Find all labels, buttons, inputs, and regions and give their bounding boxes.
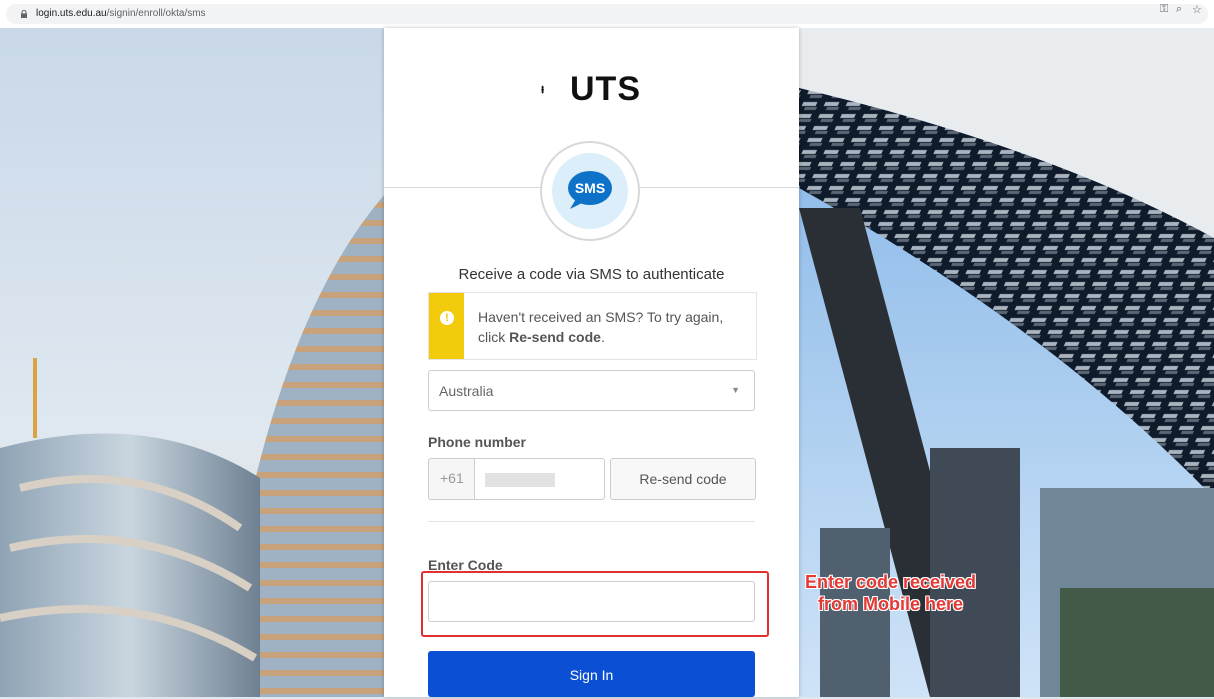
sign-in-button[interactable]: Sign In bbox=[428, 651, 755, 697]
page-title: Receive a code via SMS to authenticate bbox=[458, 266, 725, 283]
chevron-down-icon: ▼ bbox=[731, 385, 740, 395]
warning-callout: ! Haven't received an SMS? To try again,… bbox=[428, 292, 757, 360]
phone-number-label: Phone number bbox=[428, 434, 527, 450]
separator-right bbox=[640, 187, 799, 188]
annotation-highlight-box bbox=[421, 571, 769, 637]
uts-logo: UTS bbox=[570, 70, 641, 108]
sms-bubble-icon: SMS bbox=[568, 171, 612, 209]
address-bar[interactable]: login.uts.edu.au/signin/enroll/okta/sms bbox=[6, 4, 1208, 24]
lock-icon bbox=[21, 10, 27, 18]
redacted-phone bbox=[485, 473, 555, 487]
sms-factor-badge: SMS bbox=[540, 141, 640, 241]
warning-message: Haven't received an SMS? To try again, c… bbox=[478, 309, 724, 345]
annotation-note: Enter code received from Mobile here bbox=[804, 572, 977, 614]
phone-prefix: +61 bbox=[428, 458, 475, 500]
warning-icon: ! bbox=[440, 311, 454, 325]
warning-resend-text: Re-send code bbox=[509, 329, 601, 345]
country-select[interactable]: Australia ▼ bbox=[428, 370, 755, 411]
phone-number-field[interactable] bbox=[474, 458, 605, 500]
sms-badge-text: SMS bbox=[575, 180, 605, 196]
country-value: Australia bbox=[439, 383, 494, 399]
bookmark-star-icon[interactable]: ☆ bbox=[1192, 3, 1202, 16]
resend-code-button[interactable]: Re-send code bbox=[610, 458, 756, 500]
separator-left bbox=[384, 187, 540, 188]
warning-bar: ! bbox=[429, 293, 464, 359]
browser-toolbar: login.uts.edu.au/signin/enroll/okta/sms … bbox=[0, 0, 1214, 28]
uts-crest-icon bbox=[541, 85, 544, 94]
form-divider bbox=[428, 521, 755, 522]
zoom-icon[interactable]: ⌕ bbox=[1176, 3, 1182, 16]
key-icon[interactable]: ⚿ bbox=[1160, 3, 1168, 16]
url-text: login.uts.edu.au/signin/enroll/okta/sms bbox=[36, 8, 206, 19]
